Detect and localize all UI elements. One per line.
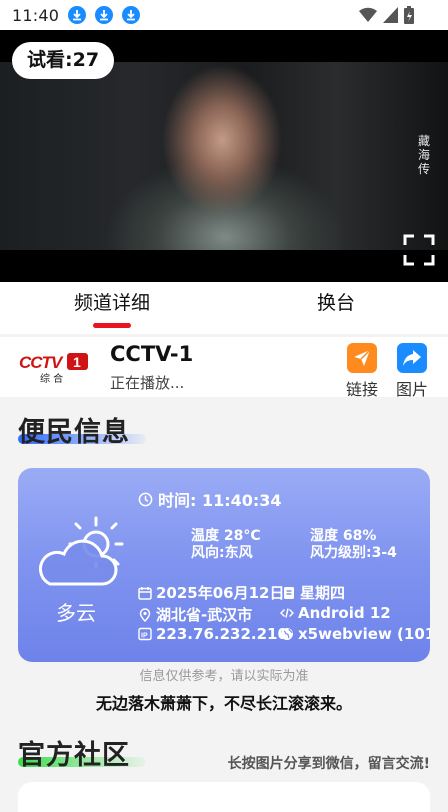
fullscreen-icon[interactable] — [403, 234, 435, 266]
partly-cloudy-icon — [38, 516, 124, 586]
wifi-icon — [359, 7, 377, 23]
status-bar: 11:40 — [0, 0, 448, 30]
location-row: 湖北省-武汉市 — [138, 604, 252, 625]
current-time: 时间: 11:40:34 — [138, 487, 282, 511]
channel-status: 正在播放... — [110, 374, 185, 392]
signal-icon — [383, 7, 398, 23]
download-icon — [68, 6, 87, 24]
poem-text: 无边落木萧萧下，不尽长江滚滚来。 — [95, 694, 352, 713]
active-tab-indicator — [93, 323, 131, 328]
link-button[interactable]: 链接 — [342, 343, 382, 400]
download-icon — [95, 6, 114, 24]
status-time: 11:40 — [12, 5, 60, 25]
humidity: 湿度 68% — [310, 528, 377, 544]
weather-card: 多云 时间: 11:40:34 温度 28°C 湿度 68% 风向:东风 风力级… — [18, 468, 430, 662]
section-title-community: 官方社区 — [18, 740, 130, 771]
image-button[interactable]: 图片 — [392, 343, 432, 400]
community-note: 长按图片分享到微信，留言交流! — [227, 756, 430, 772]
webview-row: x5webview (101.0 — [280, 625, 430, 643]
os-text: Android 12 — [298, 604, 391, 622]
download-icon — [122, 6, 141, 24]
section-title-convenience: 便民信息 — [18, 417, 130, 448]
wind-direction: 风向:东风 — [191, 545, 253, 561]
ip-row: IP 223.76.232.210 — [138, 625, 288, 643]
calendar-icon — [138, 586, 152, 600]
tab-label: 频道详细 — [73, 292, 150, 314]
video-player[interactable]: 试看:27 藏海传 — [0, 30, 448, 282]
svg-text:IP: IP — [141, 633, 148, 640]
trial-countdown-badge: 试看:27 — [12, 42, 115, 79]
video-frame — [0, 62, 448, 250]
os-row: Android 12 — [280, 604, 391, 622]
time-text: 时间: 11:40:34 — [158, 491, 282, 510]
channel-row: CCTV 1 综 合 CCTV-1 正在播放... 链接 图片 — [0, 337, 448, 400]
weekday-row: 星期四 — [282, 582, 345, 603]
globe-icon — [281, 628, 293, 640]
community-card — [18, 782, 430, 812]
tab-channel-details[interactable]: 频道详细 — [0, 282, 224, 334]
cctv1-logo: CCTV 1 综 合 — [19, 353, 88, 385]
webview-text: x5webview (101.0 — [298, 625, 430, 643]
ip-text: 223.76.232.210 — [156, 625, 288, 643]
send-icon — [347, 343, 377, 373]
ip-icon: IP — [138, 627, 152, 641]
share-icon — [397, 343, 427, 373]
tab-switch-channel[interactable]: 换台 — [224, 282, 448, 334]
tab-bar: 频道详细 换台 — [0, 282, 448, 334]
svg-text:综 合: 综 合 — [40, 372, 63, 385]
code-icon — [280, 608, 294, 618]
tab-label: 换台 — [316, 292, 355, 314]
channel-name: CCTV-1 — [110, 342, 194, 366]
location-text: 湖北省-武汉市 — [156, 606, 253, 624]
svg-text:CCTV: CCTV — [19, 353, 64, 372]
svg-text:1: 1 — [73, 354, 81, 370]
show-watermark: 藏海传 — [418, 134, 431, 176]
status-icons — [359, 6, 414, 24]
calendar-page-icon — [284, 586, 294, 599]
link-label: 链接 — [345, 380, 378, 399]
temperature: 温度 28°C — [191, 528, 261, 544]
disclaimer-text: 信息仅供参考，请以实际为准 — [139, 669, 309, 684]
date-text: 2025年06月12日 — [156, 584, 285, 602]
weather-condition: 多云 — [56, 601, 96, 625]
weekday-text: 星期四 — [300, 584, 346, 602]
wind-level: 风力级别:3-4 — [310, 545, 397, 561]
battery-icon — [404, 6, 414, 24]
date-row: 2025年06月12日 — [138, 582, 285, 603]
location-pin-icon — [139, 607, 151, 622]
clock-icon — [138, 492, 153, 506]
image-label: 图片 — [395, 380, 428, 399]
